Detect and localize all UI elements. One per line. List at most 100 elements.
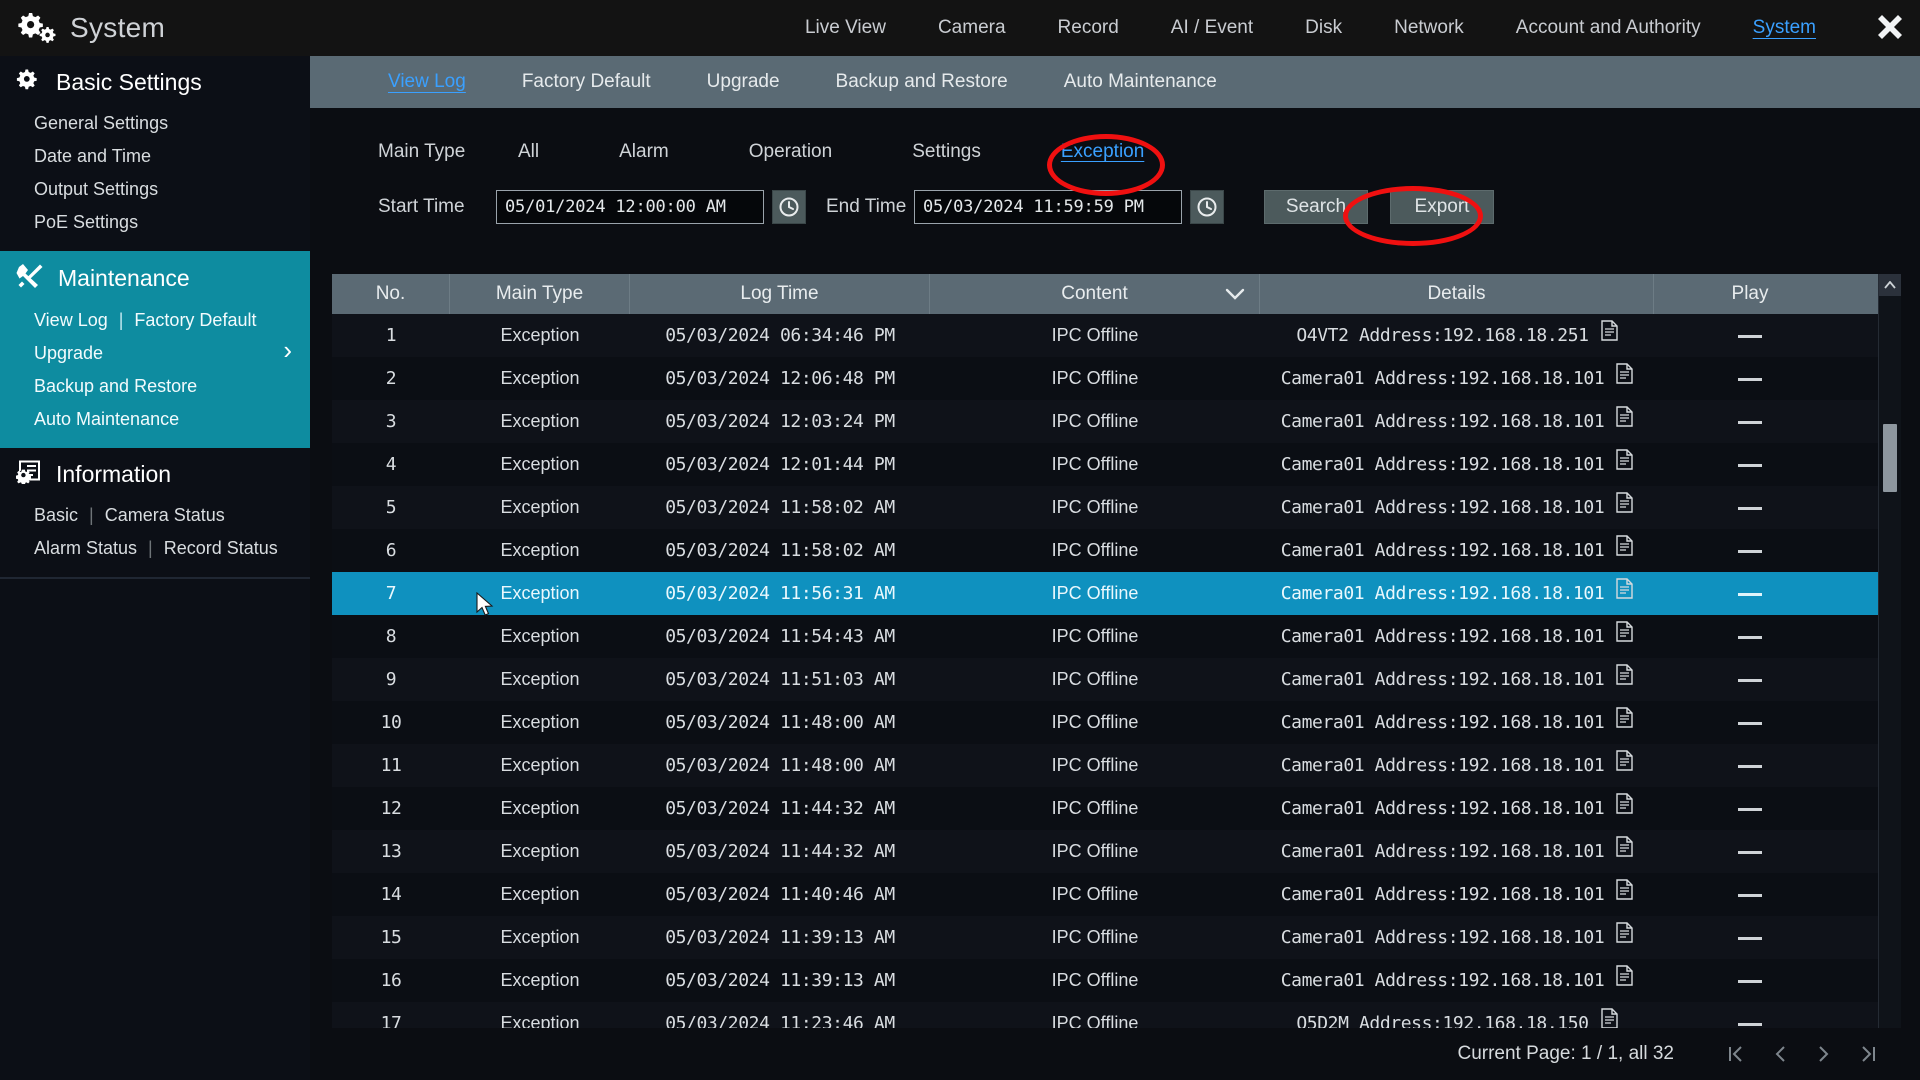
first-page-icon[interactable] [1714, 1034, 1758, 1074]
topnav-item-disk[interactable]: Disk [1279, 0, 1368, 56]
cell-play[interactable] [1654, 701, 1846, 744]
sidebar-group-maintenance[interactable]: Maintenance View Log | Factory Default U… [0, 251, 310, 448]
table-row[interactable]: 11 Exception 05/03/2024 11:48:00 AM IPC Off… [332, 744, 1900, 787]
cell-play[interactable] [1654, 744, 1846, 787]
sidebar-item-upgrade[interactable]: Upgrade [34, 337, 103, 370]
topnav-item-system[interactable]: System [1727, 0, 1842, 56]
cell-play[interactable] [1654, 959, 1846, 1002]
sidebar-item-camera-status[interactable]: Camera Status [105, 499, 225, 532]
column-header-log-time[interactable]: Log Time [630, 274, 930, 314]
sidebar-item-factory-default[interactable]: Factory Default [134, 304, 256, 337]
document-icon[interactable] [1616, 744, 1633, 787]
column-header-play[interactable]: Play [1654, 274, 1846, 314]
sidebar-group-basic-settings[interactable]: Basic Settings General Settings Date and… [0, 56, 310, 251]
cell-play[interactable] [1654, 443, 1846, 486]
document-icon[interactable] [1616, 658, 1633, 701]
sidebar-group-information[interactable]: Information Basic | Camera Status Alarm … [0, 448, 310, 577]
document-icon[interactable] [1616, 873, 1633, 916]
document-icon[interactable] [1600, 314, 1618, 357]
main-type-option-settings[interactable]: Settings [890, 141, 1003, 163]
document-icon[interactable] [1616, 529, 1633, 572]
prev-page-icon[interactable] [1758, 1034, 1802, 1074]
table-row[interactable]: 6 Exception 05/03/2024 11:58:02 AM IPC Offl… [332, 529, 1900, 572]
main-type-option-operation[interactable]: Operation [727, 141, 854, 163]
topnav-item-record[interactable]: Record [1032, 0, 1145, 56]
sidebar-group-header[interactable]: Basic Settings [0, 56, 310, 107]
clock-icon[interactable] [1190, 190, 1224, 224]
document-icon[interactable] [1616, 615, 1633, 658]
scroll-up-button[interactable] [1879, 274, 1901, 296]
scrollbar-track[interactable] [1879, 296, 1901, 1042]
cell-play[interactable] [1654, 357, 1846, 400]
vertical-scrollbar[interactable] [1878, 274, 1901, 1064]
sidebar-item-auto-maintenance[interactable]: Auto Maintenance [34, 403, 179, 436]
document-icon[interactable] [1616, 787, 1633, 830]
start-time-input[interactable]: 05/01/2024 12:00:00 AM [496, 190, 764, 224]
end-time-input[interactable]: 05/03/2024 11:59:59 PM [914, 190, 1182, 224]
cell-play[interactable] [1654, 830, 1846, 873]
table-row[interactable]: 8 Exception 05/03/2024 11:54:43 AM IPC Offl… [332, 615, 1900, 658]
chevron-right-icon[interactable]: › [283, 337, 292, 363]
column-header-details[interactable]: Details [1260, 274, 1654, 314]
document-icon[interactable] [1616, 400, 1633, 443]
cell-play[interactable] [1654, 314, 1846, 357]
tab-auto-maintenance[interactable]: Auto Maintenance [1036, 56, 1245, 108]
table-row[interactable]: 4 Exception 05/03/2024 12:01:44 PM IPC Offl… [332, 443, 1900, 486]
next-page-icon[interactable] [1802, 1034, 1846, 1074]
last-page-icon[interactable] [1846, 1034, 1890, 1074]
table-row[interactable]: 5 Exception 05/03/2024 11:58:02 AM IPC Offl… [332, 486, 1900, 529]
column-header-main-type[interactable]: Main Type [450, 274, 630, 314]
cell-play[interactable] [1654, 400, 1846, 443]
table-row[interactable]: 9 Exception 05/03/2024 11:51:03 AM IPC Offl… [332, 658, 1900, 701]
topnav-item-ai-event[interactable]: AI / Event [1145, 0, 1279, 56]
scrollbar-thumb[interactable] [1883, 424, 1897, 492]
sidebar-item-record-status[interactable]: Record Status [164, 532, 278, 565]
sidebar-item-date-and-time[interactable]: Date and Time [34, 140, 151, 173]
document-icon[interactable] [1616, 959, 1633, 1002]
table-row[interactable]: 13 Exception 05/03/2024 11:44:32 AM IPC Off… [332, 830, 1900, 873]
document-icon[interactable] [1616, 830, 1633, 873]
table-row[interactable]: 15 Exception 05/03/2024 11:39:13 AM IPC Off… [332, 916, 1900, 959]
column-header-content[interactable]: Content [930, 274, 1260, 314]
cell-play[interactable] [1654, 529, 1846, 572]
document-icon[interactable] [1616, 486, 1633, 529]
sidebar-item-output-settings[interactable]: Output Settings [34, 173, 158, 206]
export-button[interactable]: Export [1390, 190, 1494, 224]
table-row[interactable]: 14 Exception 05/03/2024 11:40:46 AM IPC Off… [332, 873, 1900, 916]
sidebar-group-header[interactable]: Information [0, 448, 310, 499]
table-row[interactable]: 16 Exception 05/03/2024 11:39:13 AM IPC Off… [332, 959, 1900, 1002]
document-icon[interactable] [1616, 701, 1633, 744]
tab-factory-default[interactable]: Factory Default [494, 56, 679, 108]
cell-play[interactable] [1654, 916, 1846, 959]
main-type-option-alarm[interactable]: Alarm [597, 141, 691, 163]
topnav-item-live-view[interactable]: Live View [779, 0, 912, 56]
tab-backup-and-restore[interactable]: Backup and Restore [808, 56, 1036, 108]
cell-play[interactable] [1654, 615, 1846, 658]
topnav-item-account-and-authority[interactable]: Account and Authority [1490, 0, 1727, 56]
sidebar-item-poe-settings[interactable]: PoE Settings [34, 206, 138, 239]
sidebar-item-backup-and-restore[interactable]: Backup and Restore [34, 370, 197, 403]
sidebar-item-general-settings[interactable]: General Settings [34, 107, 168, 140]
cell-play[interactable] [1654, 787, 1846, 830]
cell-play[interactable] [1654, 658, 1846, 701]
document-icon[interactable] [1616, 357, 1633, 400]
close-icon[interactable] [1860, 0, 1920, 56]
topnav-item-network[interactable]: Network [1368, 0, 1490, 56]
table-row[interactable]: 3 Exception 05/03/2024 12:03:24 PM IPC Offl… [332, 400, 1900, 443]
column-header-no[interactable]: No. [332, 274, 450, 314]
document-icon[interactable] [1616, 443, 1633, 486]
search-button[interactable]: Search [1264, 190, 1368, 224]
document-icon[interactable] [1616, 572, 1633, 615]
sidebar-item-view-log[interactable]: View Log [34, 304, 108, 337]
table-row[interactable]: 10 Exception 05/03/2024 11:48:00 AM IPC Off… [332, 701, 1900, 744]
cell-play[interactable] [1654, 572, 1846, 615]
table-row[interactable]: 1 Exception 05/03/2024 06:34:46 PM IPC Offl… [332, 314, 1900, 357]
table-row[interactable]: 7 Exception 05/03/2024 11:56:31 AM IPC Offl… [332, 572, 1900, 615]
clock-icon[interactable] [772, 190, 806, 224]
table-row[interactable]: 12 Exception 05/03/2024 11:44:32 AM IPC Off… [332, 787, 1900, 830]
topnav-item-camera[interactable]: Camera [912, 0, 1032, 56]
sidebar-item-basic[interactable]: Basic [34, 499, 78, 532]
document-icon[interactable] [1616, 916, 1633, 959]
chevron-down-icon[interactable] [1225, 274, 1245, 314]
table-row[interactable]: 2 Exception 05/03/2024 12:06:48 PM IPC Offl… [332, 357, 1900, 400]
